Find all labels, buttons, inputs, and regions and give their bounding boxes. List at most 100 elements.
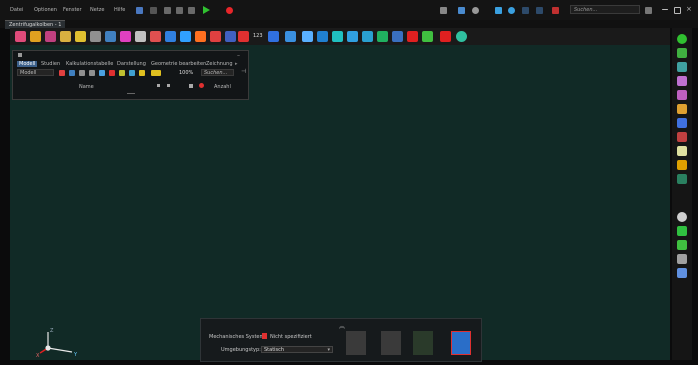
axis-icon[interactable]	[677, 104, 687, 114]
menu-fenster[interactable]: Fenster	[63, 7, 82, 13]
check-model-icon[interactable]	[346, 331, 366, 355]
search-input[interactable]: Suchen...	[570, 5, 640, 14]
pen-icon[interactable]	[677, 146, 687, 156]
layers-icon[interactable]	[677, 226, 687, 236]
menu-hilfe[interactable]: Hilfe	[114, 7, 125, 13]
beam-icon[interactable]	[75, 31, 86, 42]
mech-system-value[interactable]: Nicht spezifiziert	[270, 334, 312, 340]
animation-icon[interactable]	[422, 31, 433, 42]
record-icon[interactable]	[226, 7, 233, 14]
person-icon[interactable]	[552, 7, 559, 14]
minimize-icon[interactable]	[662, 9, 668, 10]
panel-minimize-icon[interactable]: –	[237, 52, 240, 59]
filter-beam-icon[interactable]	[69, 70, 75, 76]
globe-icon[interactable]	[677, 34, 687, 44]
node-icon[interactable]	[332, 31, 343, 42]
chart-icon[interactable]	[677, 132, 687, 142]
filter-icon[interactable]	[677, 254, 687, 264]
assembly-icon[interactable]	[45, 31, 56, 42]
menu-netze[interactable]: Netze	[90, 7, 104, 13]
contact-icon[interactable]	[225, 31, 236, 42]
sort-icon[interactable]	[157, 84, 160, 87]
maximize-icon[interactable]	[674, 7, 681, 14]
filter-part-icon[interactable]	[59, 70, 65, 76]
tree-search-input[interactable]: Suchen...	[201, 69, 234, 76]
render-icon[interactable]	[677, 90, 687, 100]
solve-icon[interactable]	[377, 31, 388, 42]
column-count[interactable]: Anzahl	[214, 84, 231, 90]
section-icon[interactable]	[302, 31, 313, 42]
error-icon[interactable]	[199, 83, 204, 88]
filter-mass-icon[interactable]	[139, 70, 145, 76]
wireframe-icon[interactable]	[677, 62, 687, 72]
stack-icon[interactable]	[677, 240, 687, 250]
joint-icon[interactable]	[180, 31, 191, 42]
part-icon[interactable]	[30, 31, 41, 42]
report-icon[interactable]	[407, 31, 418, 42]
filter-shell-icon[interactable]	[79, 70, 85, 76]
probe-icon[interactable]	[440, 31, 451, 42]
filter-highlight-icon[interactable]	[151, 70, 161, 76]
help-icon[interactable]	[645, 7, 652, 14]
filter-constraint-icon[interactable]	[109, 70, 115, 76]
filter-solid-icon[interactable]	[89, 70, 95, 76]
tabs-overflow-icon[interactable]: ▸	[235, 61, 238, 67]
layout-icon[interactable]	[536, 7, 543, 14]
filter-load-icon[interactable]	[99, 70, 105, 76]
filter-joint-icon[interactable]	[119, 70, 125, 76]
tab-modell[interactable]: Modell	[17, 61, 38, 67]
surface-icon[interactable]	[120, 31, 131, 42]
mesh-icon[interactable]	[268, 31, 279, 42]
panel-pin-icon[interactable]	[18, 53, 22, 57]
grid-icon[interactable]	[522, 7, 529, 14]
wave-icon[interactable]	[677, 160, 687, 170]
settings-icon[interactable]	[677, 268, 687, 278]
panel-resize-handle[interactable]	[127, 93, 135, 94]
tab-zeichnung[interactable]: Zeichnung	[206, 61, 233, 67]
redo-icon[interactable]	[150, 7, 157, 14]
save-icon[interactable]	[164, 7, 171, 14]
sketch-icon[interactable]	[60, 31, 71, 42]
camera-icon[interactable]	[472, 7, 479, 14]
motor-icon[interactable]	[210, 31, 221, 42]
refresh-icon[interactable]	[456, 31, 467, 42]
table-icon[interactable]	[677, 118, 687, 128]
truss-icon[interactable]	[90, 31, 101, 42]
tab-darstellung[interactable]: Darstellung	[117, 61, 146, 67]
tab-studien[interactable]: Studien	[41, 61, 60, 67]
results-icon[interactable]	[392, 31, 403, 42]
visibility-icon[interactable]	[167, 84, 170, 87]
constraint-icon[interactable]	[165, 31, 176, 42]
element-icon[interactable]	[347, 31, 358, 42]
spring-icon[interactable]	[195, 31, 206, 42]
zoom-level[interactable]: 100%	[179, 70, 193, 76]
view-icon[interactable]	[458, 7, 465, 14]
shaded-icon[interactable]	[677, 76, 687, 86]
close-icon[interactable]: ×	[686, 6, 693, 13]
play-icon[interactable]	[203, 6, 210, 14]
grid-plane-icon[interactable]	[677, 48, 687, 58]
column-name[interactable]: Name	[79, 84, 94, 90]
tab-geometrie-bearbeiten[interactable]: Geometrie bearbeiten	[151, 61, 206, 67]
panel-collapse-icon[interactable]: ︽	[339, 321, 345, 330]
material-icon[interactable]	[285, 31, 296, 42]
layer-icon[interactable]	[495, 7, 502, 14]
menu-optionen[interactable]: Optionen	[34, 7, 57, 13]
sphere-icon[interactable]	[677, 212, 687, 222]
display-icon[interactable]	[440, 7, 447, 14]
coordinate-icon[interactable]	[677, 174, 687, 184]
analysis-icon[interactable]	[362, 31, 373, 42]
clipboard-icon[interactable]	[188, 7, 195, 14]
load-icon[interactable]	[150, 31, 161, 42]
expand-icon[interactable]: ⊣	[241, 68, 246, 75]
info-icon[interactable]	[508, 7, 515, 14]
point-icon[interactable]	[135, 31, 146, 42]
undo-icon[interactable]	[136, 7, 143, 14]
mesh-model-icon[interactable]	[381, 331, 401, 355]
menu-datei[interactable]: Datei	[10, 7, 23, 13]
results-cube-icon[interactable]	[451, 331, 471, 355]
model-icon[interactable]	[15, 31, 26, 42]
view-select[interactable]: Modell	[17, 69, 54, 76]
print-icon[interactable]	[176, 7, 183, 14]
tab-kalkulationstabelle[interactable]: Kalkulationstabelle	[66, 61, 113, 67]
